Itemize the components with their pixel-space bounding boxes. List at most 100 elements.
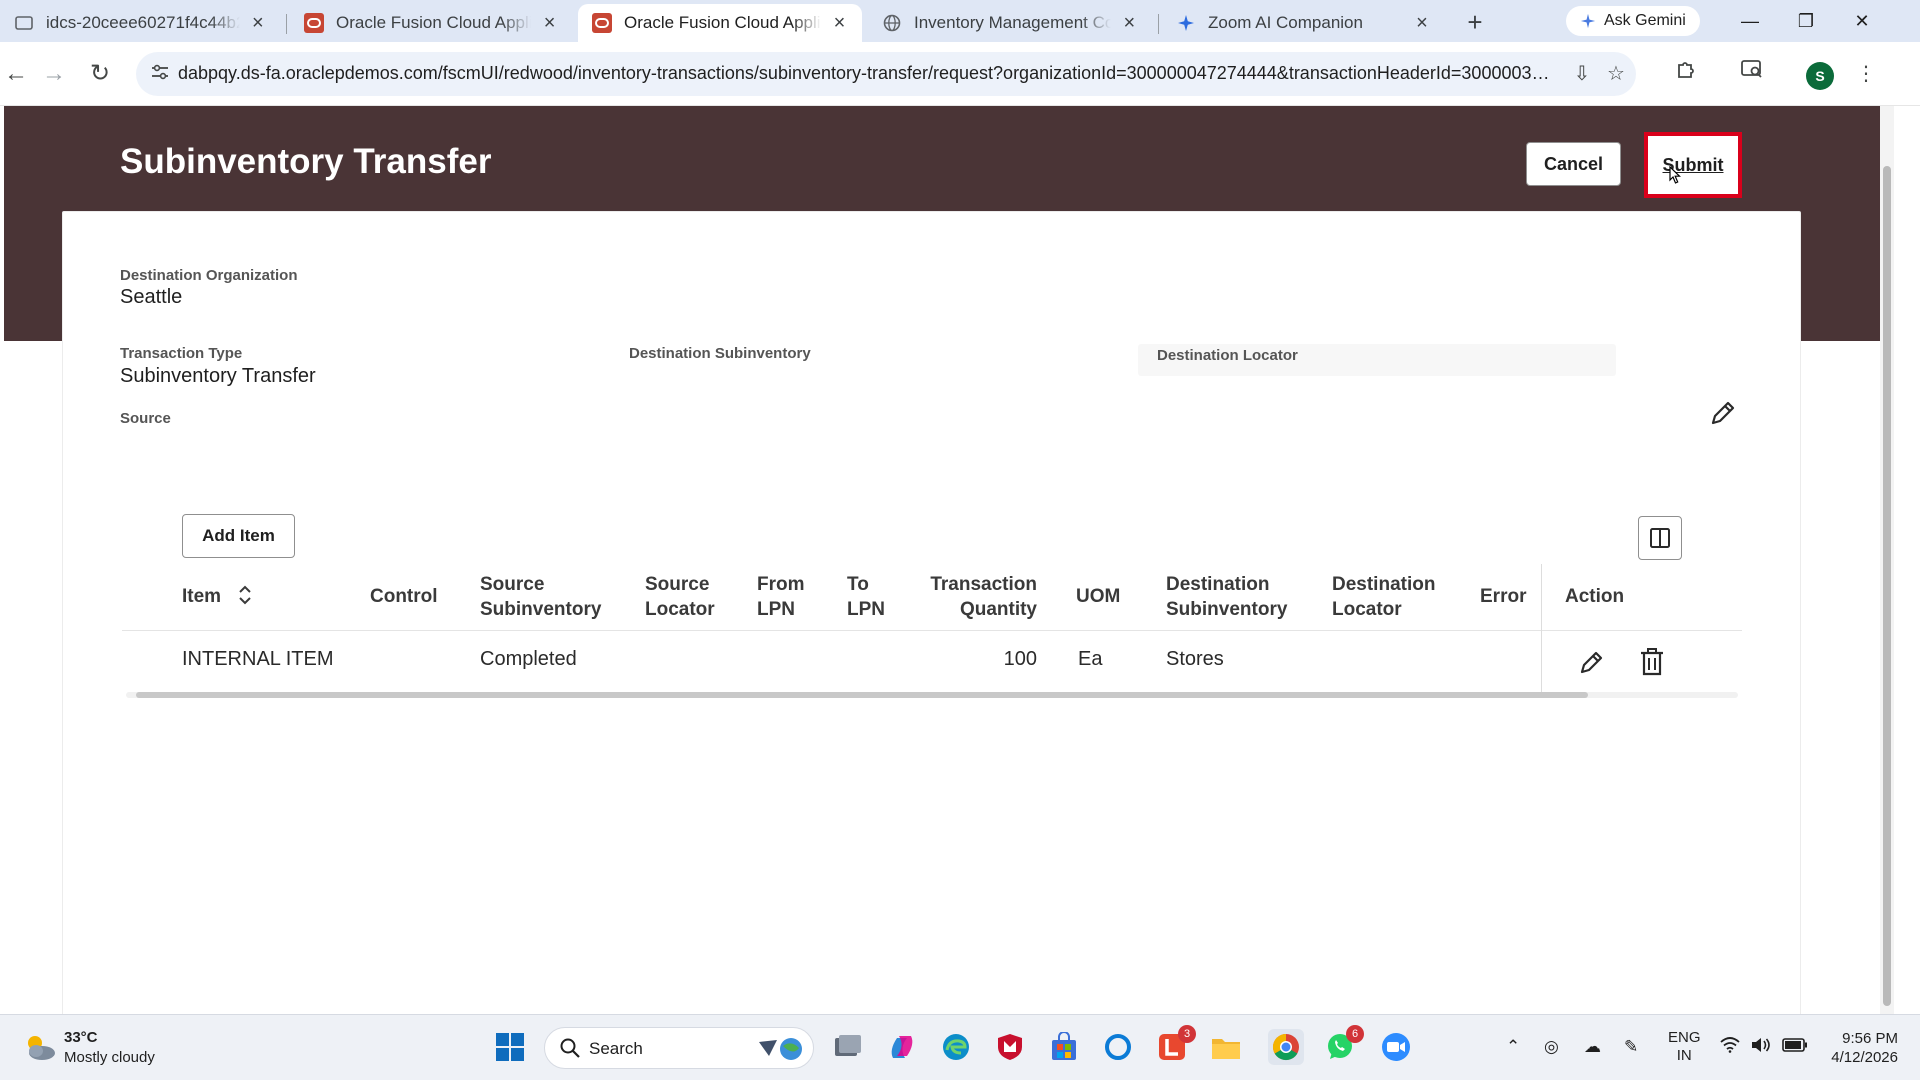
column-header-destination-subinventory: Destination Subinventory (1166, 574, 1288, 620)
close-tab-icon[interactable]: × (250, 13, 266, 33)
column-header-action: Action (1565, 586, 1625, 607)
tab-separator (1158, 14, 1159, 34)
input-language-indicator[interactable]: ENG IN (1668, 1029, 1701, 1065)
edit-header-pencil-icon[interactable] (1708, 398, 1738, 428)
onedrive-cloud-icon[interactable]: ☁ (1584, 1037, 1601, 1057)
file-explorer-icon[interactable] (1208, 1029, 1244, 1065)
close-window-icon[interactable]: ✕ (1842, 6, 1882, 36)
close-tab-icon[interactable]: × (1412, 13, 1432, 33)
page-right-margin (1894, 106, 1920, 1014)
chrome-icon[interactable] (1268, 1029, 1304, 1065)
pen-input-icon[interactable]: ✎ (1624, 1037, 1638, 1057)
profile-avatar[interactable]: S (1806, 62, 1834, 90)
table-row-item: INTERNAL ITEM (182, 648, 334, 670)
bookmark-star-icon[interactable]: ☆ (1602, 60, 1630, 88)
page-title: Subinventory Transfer (120, 142, 492, 181)
wifi-icon[interactable] (1720, 1037, 1740, 1058)
page-content: Subinventory Transfer Cancel Submit Dest… (0, 106, 1880, 1014)
column-header-control: Control (370, 586, 438, 607)
close-tab-icon[interactable]: × (541, 13, 558, 33)
close-tab-icon[interactable]: × (831, 13, 848, 33)
tab-title: Inventory Management Config (914, 13, 1111, 32)
search-highlight-icon (759, 1038, 802, 1060)
submit-button[interactable]: Submit (1644, 132, 1742, 198)
show-hidden-icons-chevron-icon[interactable]: ⌃ (1506, 1037, 1520, 1057)
transaction-type-value: Subinventory Transfer (120, 365, 316, 387)
new-tab-button[interactable]: + (1460, 8, 1490, 38)
ask-gemini-label: Ask Gemini (1604, 12, 1686, 29)
edge-browser-icon[interactable] (938, 1029, 974, 1065)
microsoft-store-icon[interactable] (1046, 1029, 1082, 1065)
search-icon (560, 1038, 580, 1058)
zoom-icon[interactable] (1378, 1029, 1414, 1065)
delete-row-trash-icon[interactable] (1638, 647, 1666, 677)
whatsapp-icon[interactable]: 6 (1322, 1025, 1364, 1065)
browser-tab-zoom-ai[interactable]: Zoom AI Companion × (1162, 4, 1446, 42)
page-vertical-scrollbar[interactable] (1880, 106, 1894, 1014)
ask-gemini-button[interactable]: Ask Gemini (1566, 6, 1700, 36)
address-bar[interactable]: dabpqy.ds-fa.oraclepdemos.com/fscmUI/red… (136, 52, 1636, 96)
battery-icon[interactable] (1782, 1037, 1808, 1057)
tab-search-icon[interactable] (1736, 58, 1768, 90)
language-code: ENG (1668, 1029, 1701, 1046)
site-info-icon[interactable] (146, 60, 174, 88)
page-scrollbar-thumb[interactable] (1883, 166, 1891, 1006)
browser-menu-icon[interactable]: ⋮ (1850, 58, 1882, 90)
camera-privacy-icon[interactable]: ◎ (1544, 1037, 1559, 1057)
table-row-source-subinventory: Completed (480, 648, 577, 670)
close-tab-icon[interactable]: × (1121, 13, 1138, 33)
mcafee-shield-icon[interactable] (992, 1029, 1028, 1065)
system-clock[interactable]: 9:56 PM 4/12/2026 (1818, 1029, 1898, 1067)
column-header-from-lpn: From LPN (757, 574, 805, 620)
browser-tab-inventory-config[interactable]: Inventory Management Config × (868, 4, 1152, 42)
action-column-divider (1541, 564, 1542, 694)
tab-page-icon (14, 13, 34, 33)
windows-taskbar: 33°C Mostly cloudy Search 3 6 ⌃ ◎ ☁ ✎ EN… (0, 1014, 1920, 1080)
table-row-transaction-quantity: 100 (1003, 648, 1037, 670)
browser-tab-oracle-active[interactable]: Oracle Fusion Cloud Applicatio × (578, 4, 862, 42)
extensions-icon[interactable] (1670, 58, 1702, 90)
restore-icon[interactable]: ❐ (1786, 6, 1826, 36)
minimize-icon[interactable]: — (1730, 6, 1770, 36)
sparkle-icon (1176, 13, 1196, 33)
l-app-icon[interactable]: 3 (1154, 1025, 1196, 1065)
edit-row-pencil-icon[interactable] (1578, 648, 1606, 676)
forward-icon[interactable]: → (38, 58, 70, 90)
tab-title: idcs-20ceee60271f4c44b2503b (46, 13, 240, 32)
column-header-error: Error (1480, 586, 1527, 607)
cancel-button[interactable]: Cancel (1526, 142, 1621, 186)
volume-icon[interactable] (1750, 1037, 1770, 1058)
sort-icon[interactable] (238, 585, 252, 605)
clock-date: 4/12/2026 (1831, 1049, 1898, 1066)
manage-columns-button[interactable] (1638, 516, 1682, 560)
mouse-cursor-icon (1669, 166, 1681, 184)
task-view-icon[interactable] (830, 1029, 866, 1065)
column-header-uom: UOM (1076, 586, 1121, 607)
copilot-icon[interactable] (884, 1029, 920, 1065)
taskbar-search-box[interactable]: Search (544, 1027, 814, 1069)
oracle-icon (592, 13, 612, 33)
column-header-item[interactable]: Item (182, 584, 252, 609)
column-header-to-lpn: To LPN (847, 574, 885, 620)
oracle-icon (304, 13, 324, 33)
install-app-icon[interactable]: ⇩ (1568, 60, 1596, 88)
column-header-source-subinventory: Source Subinventory (480, 574, 602, 620)
weather-description: Mostly cloudy (64, 1049, 155, 1066)
columns-icon (1650, 528, 1670, 548)
table-row-uom: Ea (1078, 648, 1103, 670)
destination-organization-label: Destination Organization (120, 267, 298, 284)
add-item-button[interactable]: Add Item (182, 514, 295, 558)
transaction-type-label: Transaction Type (120, 345, 243, 362)
table-header-divider (122, 630, 1742, 631)
back-icon[interactable]: ← (0, 58, 32, 90)
notification-badge: 3 (1178, 1025, 1196, 1043)
reload-icon[interactable]: ↻ (84, 58, 116, 90)
browser-tab-oracle-1[interactable]: Oracle Fusion Cloud Applicatio × (290, 4, 572, 42)
tab-title: Oracle Fusion Cloud Applicatio (336, 13, 532, 32)
windows-start-icon[interactable] (492, 1029, 528, 1065)
notification-badge: 6 (1346, 1025, 1364, 1043)
browser-tab-idcs[interactable]: idcs-20ceee60271f4c44b2503b × (0, 4, 280, 42)
table-scrollbar-thumb[interactable] (136, 692, 1588, 698)
cloudy-weather-icon[interactable] (22, 1029, 58, 1065)
cortana-ring-icon[interactable] (1100, 1029, 1136, 1065)
